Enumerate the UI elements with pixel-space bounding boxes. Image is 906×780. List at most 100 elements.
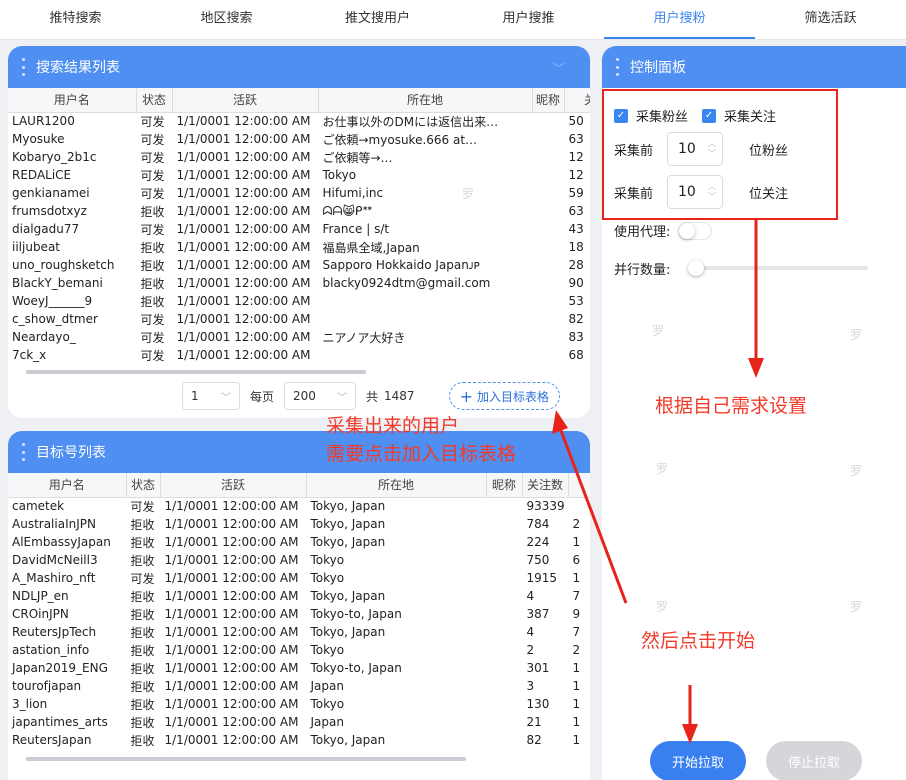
column-header[interactable]: 关注数 (522, 473, 569, 498)
target-row[interactable]: NDLJP_en 拒收 1/1/0001 12:00:00 AM Tokyo, Jap… (8, 587, 590, 605)
table-cell: 拒收 (140, 204, 165, 219)
tab-5[interactable]: 筛选活跃 (755, 0, 906, 39)
table-cell: 1/1/0001 12:00:00 AM (176, 240, 311, 254)
page-select[interactable]: 1 ﹀ (182, 382, 240, 410)
column-header[interactable]: 昵称 (486, 473, 523, 498)
target-row[interactable]: ReutersJapan 拒收 1/1/0001 12:00:00 AM Tokyo,… (8, 731, 590, 749)
result-row[interactable]: genkianamei 可发 1/1/0001 12:00:00 AM Hifumi,… (8, 184, 590, 202)
column-header[interactable]: 所在地 (306, 473, 487, 498)
target-row[interactable]: AlEmbassyJapan 拒收 1/1/0001 12:00:00 AM Toky… (8, 533, 590, 551)
per-page-label: 每页 (250, 389, 275, 404)
result-row[interactable]: c_show_dtmer 可发 1/1/0001 12:00:00 AM 82 (8, 310, 590, 328)
parallel-slider[interactable] (688, 260, 868, 276)
result-row[interactable]: WoeyJ______9 拒收 1/1/0001 12:00:00 AM 53 (8, 292, 590, 310)
result-row[interactable]: iiljubeat 拒收 1/1/0001 12:00:00 AM 福島県全域,Jap… (8, 238, 590, 256)
column-header[interactable]: 活跃 (172, 88, 319, 113)
table-cell: 4 (526, 589, 535, 603)
table-cell: 1/1/0001 12:00:00 AM (176, 186, 311, 200)
result-row[interactable]: Neardayo_ 可发 1/1/0001 12:00:00 AM ニアノア大好き 83 (8, 328, 590, 346)
table-cell: 可发 (140, 150, 165, 165)
table-cell: 93339 (526, 499, 565, 514)
result-row[interactable]: dialgadu77 可发 1/1/0001 12:00:00 AM France |… (8, 220, 590, 238)
column-header[interactable]: 活跃 (160, 473, 307, 498)
table-cell: ReutersJpTech (12, 625, 97, 639)
tab-1[interactable]: 地区搜索 (151, 0, 302, 39)
column-header[interactable]: 所在地 (318, 88, 533, 113)
proxy-label: 使用代理: (614, 225, 671, 240)
drag-handle-icon (22, 58, 26, 76)
table-cell: 拒收 (130, 607, 155, 622)
column-header[interactable]: 昵称 (532, 88, 565, 113)
annotation-collected-line2: 需要点击加入目标表格 (326, 443, 517, 465)
table-cell: 1/1/0001 12:00:00 AM (164, 679, 299, 693)
table-cell: 130 (526, 697, 550, 711)
table-cell: 1/1/0001 12:00:00 AM (164, 643, 299, 657)
target-row[interactable]: cametek 可发 1/1/0001 12:00:00 AM Tokyo, Japa… (8, 497, 590, 515)
target-row[interactable]: AustraliaInJPN 拒收 1/1/0001 12:00:00 AM Toky… (8, 515, 590, 533)
table-cell (486, 623, 522, 641)
table-cell (486, 659, 522, 677)
target-row[interactable]: CROinJPN 拒收 1/1/0001 12:00:00 AM Tokyo-to, … (8, 605, 590, 623)
chevron-down-icon[interactable]: ﹀ (553, 60, 564, 76)
table-cell: 68 (568, 348, 584, 362)
target-row[interactable]: astation_info 拒收 1/1/0001 12:00:00 AM Tokyo… (8, 641, 590, 659)
column-header[interactable]: 用户名 (8, 473, 127, 498)
table-cell: 301 (526, 661, 550, 675)
table-cell: c_show_dtmer (12, 312, 98, 326)
slider-knob[interactable] (688, 260, 704, 276)
table-cell: frumsdotxyz (12, 204, 87, 218)
column-header[interactable]: 用户名 (8, 88, 137, 113)
table-cell: Japan (310, 715, 344, 729)
result-row[interactable]: REDALiCE 可发 1/1/0001 12:00:00 AM Tokyo 12 (8, 166, 590, 184)
tab-4[interactable]: 用户搜粉 (604, 0, 755, 39)
target-row[interactable]: Japan2019_ENG 拒收 1/1/0001 12:00:00 AM Tokyo… (8, 659, 590, 677)
target-row[interactable]: japantimes_arts 拒收 1/1/0001 12:00:00 AM Jap… (8, 713, 590, 731)
column-header[interactable]: 关注 (564, 88, 590, 113)
table-cell: Tokyo, Japan (310, 733, 386, 747)
table-cell: 可发 (140, 168, 165, 183)
table-cell: 2 (572, 517, 581, 531)
result-row[interactable]: Kobaryo_2b1c 可发 1/1/0001 12:00:00 AM ご依頼等→…… (8, 148, 590, 166)
annotation-then-start: 然后点击开始 (641, 630, 756, 652)
table-cell: 可发 (140, 132, 165, 147)
result-row[interactable]: BlackY_bemani 拒收 1/1/0001 12:00:00 AM black… (8, 274, 590, 292)
table-cell (486, 695, 522, 713)
start-button[interactable]: 开始拉取 (650, 741, 746, 780)
table-cell: 7ck_x (12, 348, 47, 362)
table-cell (532, 184, 564, 202)
table-cell: 63 (568, 132, 584, 146)
horizontal-scrollbar[interactable] (26, 370, 366, 374)
column-header[interactable] (568, 473, 590, 498)
proxy-toggle[interactable] (678, 221, 713, 240)
table-cell: 拒收 (130, 517, 155, 532)
column-header[interactable]: 状态 (126, 473, 161, 498)
table-cell: 1915 (526, 571, 558, 585)
table-cell: 1/1/0001 12:00:00 AM (164, 499, 299, 514)
result-row[interactable]: LAUR1200 可发 1/1/0001 12:00:00 AM お仕事以外のDMには… (8, 112, 590, 130)
table-cell: Tokyo (310, 571, 345, 585)
target-row[interactable]: A_Mashiro_nft 可发 1/1/0001 12:00:00 AM Tokyo… (8, 569, 590, 587)
horizontal-scrollbar[interactable] (26, 757, 466, 761)
table-cell: Neardayo_ (12, 330, 76, 344)
table-cell: 1/1/0001 12:00:00 AM (164, 589, 299, 603)
tab-0[interactable]: 推特搜索 (0, 0, 151, 39)
table-cell: ご依頼等→… (322, 150, 393, 165)
column-header[interactable]: 状态 (136, 88, 173, 113)
chevron-down-icon: ﹀ (221, 392, 231, 404)
result-row[interactable]: uno_roughsketch 拒收 1/1/0001 12:00:00 AM Sap… (8, 256, 590, 274)
result-row[interactable]: frumsdotxyz 拒收 1/1/0001 12:00:00 AM ᗣᗩ😸ᑭᕯ 63 (8, 202, 590, 220)
stop-button[interactable]: 停止拉取 (766, 741, 862, 780)
table-cell: 拒收 (130, 715, 155, 730)
table-cell: 2 (526, 643, 535, 657)
result-row[interactable]: Myosuke 可发 1/1/0001 12:00:00 AM ご依頼→myosuke… (8, 130, 590, 148)
tab-2[interactable]: 推文搜用户 (302, 0, 453, 39)
target-row[interactable]: 3_lion 拒收 1/1/0001 12:00:00 AM Tokyo 130 1 (8, 695, 590, 713)
target-row[interactable]: DavidMcNeill3 拒收 1/1/0001 12:00:00 AM Tokyo… (8, 551, 590, 569)
tab-3[interactable]: 用户搜推 (453, 0, 604, 39)
table-cell: 50 (568, 114, 584, 129)
result-row[interactable]: 7ck_x 可发 1/1/0001 12:00:00 AM 68 (8, 346, 590, 364)
target-row[interactable]: ReutersJpTech 拒收 1/1/0001 12:00:00 AM Tokyo… (8, 623, 590, 641)
target-row[interactable]: tourofjapan 拒收 1/1/0001 12:00:00 AM Japan 3 1 (8, 677, 590, 695)
per-page-select[interactable]: 200 ﹀ (284, 382, 357, 410)
add-to-target-button[interactable]: + 加入目标表格 (448, 382, 560, 410)
